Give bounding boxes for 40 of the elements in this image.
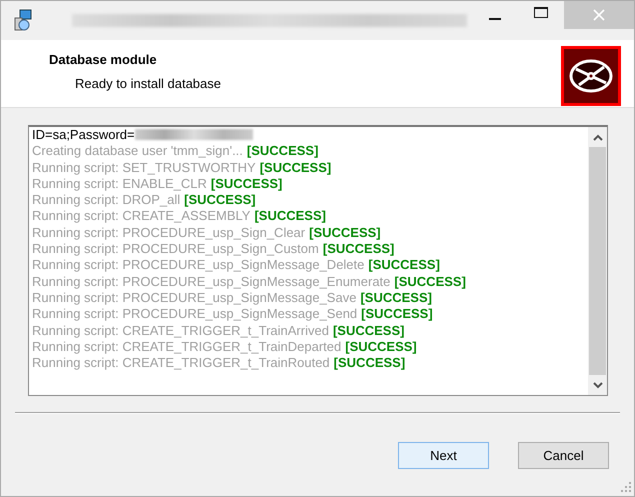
status-label: [SUCCESS]: [246, 143, 318, 158]
log-message: Running script: PROCEDURE_usp_SignMessage_Send: [32, 306, 358, 322]
log-message: Running script: PROCEDURE_usp_SignMessage_Save: [32, 290, 356, 305]
dialog-button[interactable]: Cancel: [518, 442, 609, 469]
installer-icon: [14, 9, 32, 31]
status-label: [SUCCESS]: [210, 176, 282, 191]
status-label: [SUCCESS]: [360, 290, 432, 305]
log-message: Running script: CREATE_ASSEMBLY: [32, 208, 250, 224]
log-message: Running script: PROCEDURE_usp_SignMessage_Enumerate: [32, 274, 390, 289]
log-message: Creating database user 'tmm_sign'...: [32, 143, 243, 158]
status-label: [SUCCESS]: [322, 241, 394, 256]
scroll-down-icon[interactable]: [592, 382, 602, 389]
log-message: Running script: CREATE_TRIGGER_t_TrainRouted: [32, 355, 330, 370]
status-label: [SUCCESS]: [368, 257, 440, 272]
log-message: Running script: CREATE_TRIGGER_t_TrainArrived: [32, 322, 329, 338]
vertical-scrollbar[interactable]: [588, 127, 607, 395]
scroll-thumb[interactable]: [589, 147, 606, 375]
log-message: Running script: ENABLE_CLR: [32, 176, 207, 191]
status-label: [SUCCESS]: [254, 208, 326, 224]
page-title: Database module: [49, 52, 158, 67]
close-icon: [593, 9, 605, 21]
log-message: Running script: CREATE_TRIGGER_t_TrainDeparted: [32, 338, 342, 354]
status-label: [SUCCESS]: [260, 160, 332, 175]
status-label: [SUCCESS]: [332, 322, 404, 338]
page-subtitle: Ready to install database: [75, 76, 221, 91]
log-message: Running script: SET_TRUSTWORTHY: [32, 160, 256, 175]
status-label: [SUCCESS]: [334, 355, 406, 370]
status-label: [SUCCESS]: [309, 224, 381, 240]
status-label: [SUCCESS]: [184, 192, 256, 208]
log-message: Running script: PROCEDURE_usp_Sign_Clear: [32, 224, 306, 240]
connection-string: ID=sa;Password=: [32, 127, 135, 142]
resize-grip-icon[interactable]: [621, 482, 631, 492]
status-label: [SUCCESS]: [361, 306, 433, 322]
status-label: [SUCCESS]: [394, 274, 466, 289]
scroll-up-icon[interactable]: [592, 134, 602, 141]
log-message: Running script: PROCEDURE_usp_Sign_Custom: [32, 241, 319, 256]
log-message: Running script: PROCEDURE_usp_SignMessage_Delete: [32, 257, 364, 272]
dialog-button[interactable]: Next: [398, 442, 489, 469]
log-message: Running script: DROP_all: [32, 192, 180, 208]
status-label: [SUCCESS]: [345, 338, 417, 354]
